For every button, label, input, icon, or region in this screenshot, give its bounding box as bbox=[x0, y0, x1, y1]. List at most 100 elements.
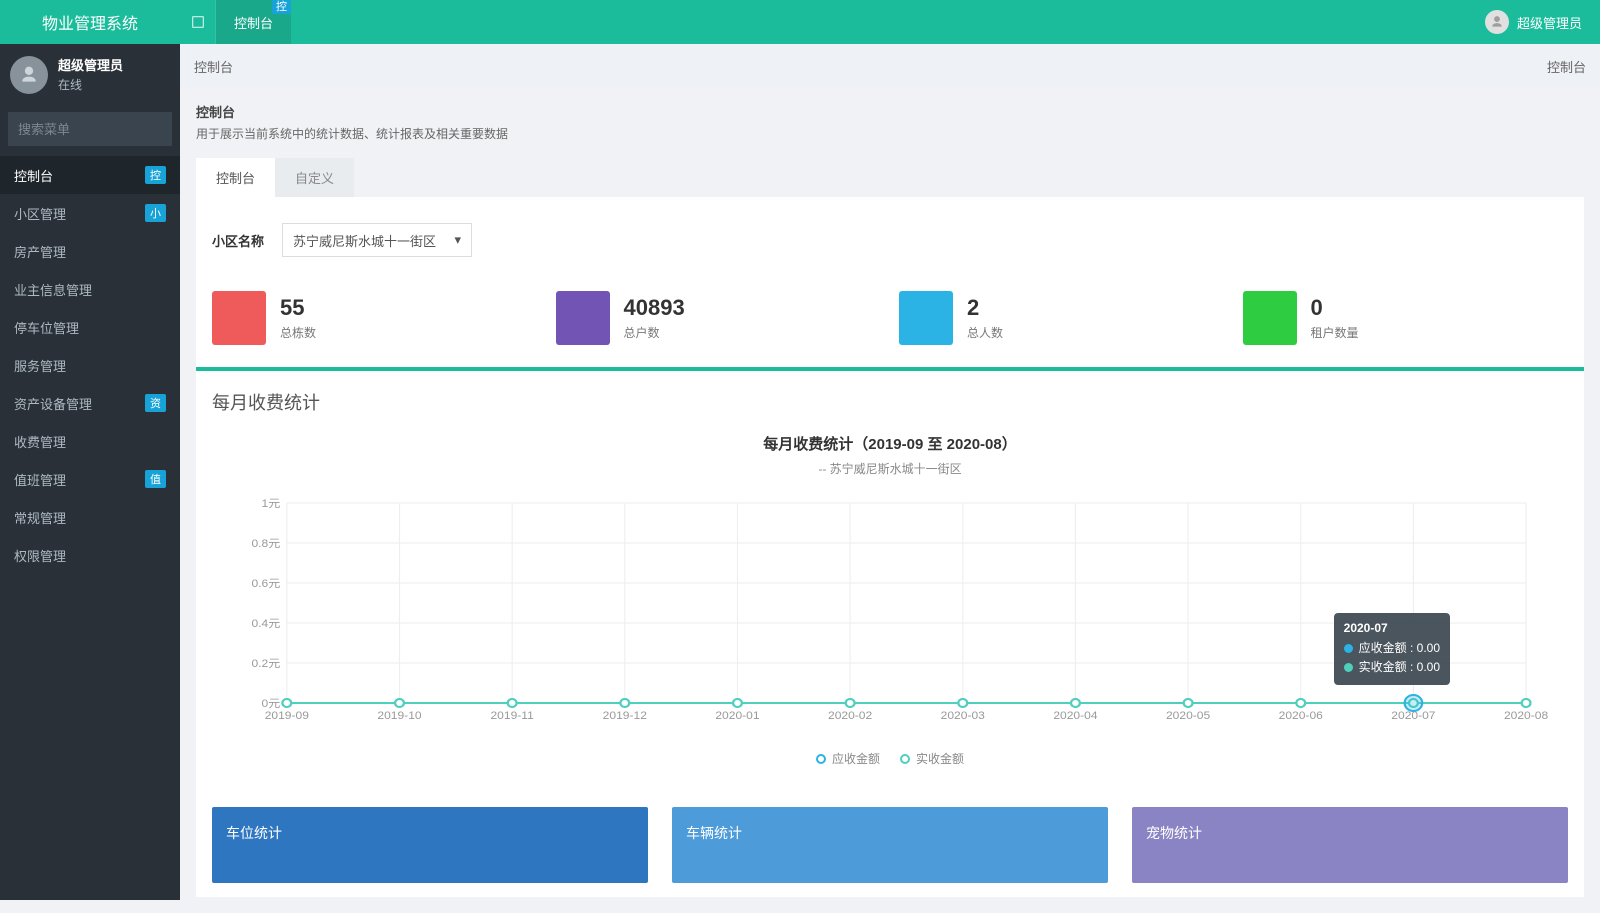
hamburger-icon[interactable] bbox=[180, 0, 216, 44]
community-select[interactable]: 苏宁威尼斯水城十一街区 ▾ bbox=[282, 223, 472, 257]
sidebar-item-badge: 资 bbox=[145, 394, 166, 412]
inner-tab-1[interactable]: 自定义 bbox=[275, 158, 354, 197]
panel-desc: 用于展示当前系统中的统计数据、统计报表及相关重要数据 bbox=[196, 125, 1584, 142]
bottom-card-1[interactable]: 车辆统计 bbox=[672, 807, 1108, 883]
chevron-down-icon: ▾ bbox=[454, 232, 461, 248]
app-title: 物业管理系统 bbox=[0, 10, 180, 34]
filter-row: 小区名称 苏宁威尼斯水城十一街区 ▾ bbox=[212, 211, 1568, 273]
sidebar-item-label: 房产管理 bbox=[14, 242, 66, 261]
stat-color-box bbox=[212, 291, 266, 345]
sidebar-item-label: 停车位管理 bbox=[14, 318, 79, 337]
chart-subtitle: -- 苏宁威尼斯水城十一街区 bbox=[232, 460, 1548, 477]
chart-legend: 应收金额 实收金额 bbox=[232, 750, 1548, 767]
stat-card-0: 55 总栋数 bbox=[212, 291, 538, 345]
panel-title: 控制台 bbox=[196, 102, 1584, 121]
breadcrumb: 控制台 控制台 bbox=[180, 44, 1600, 88]
sidebar-item-label: 服务管理 bbox=[14, 356, 66, 375]
stat-card-3: 0 租户数量 bbox=[1243, 291, 1569, 345]
sidebar-item-label: 小区管理 bbox=[14, 204, 66, 223]
stat-value: 2 bbox=[967, 295, 1003, 321]
filter-label: 小区名称 bbox=[212, 231, 264, 250]
svg-text:0.2元: 0.2元 bbox=[251, 658, 280, 669]
svg-text:2020-07: 2020-07 bbox=[1391, 710, 1435, 721]
sidebar-item-2[interactable]: 房产管理 bbox=[0, 232, 180, 270]
legend-marker-icon bbox=[900, 754, 910, 764]
topbar-tab[interactable]: 控制台 控 bbox=[216, 0, 291, 44]
inner-tab-0[interactable]: 控制台 bbox=[196, 158, 275, 197]
search-input[interactable] bbox=[8, 112, 172, 146]
bottom-card-2[interactable]: 宠物统计 bbox=[1132, 807, 1568, 883]
stat-color-box bbox=[556, 291, 610, 345]
svg-text:0.6元: 0.6元 bbox=[251, 578, 280, 589]
sidebar-item-10[interactable]: 权限管理 bbox=[0, 536, 180, 574]
tooltip-row: 实收金额 : 0.00 bbox=[1344, 658, 1440, 677]
stat-card-1: 40893 总户数 bbox=[556, 291, 882, 345]
legend-item[interactable]: 实收金额 bbox=[900, 750, 964, 767]
svg-text:2019-09: 2019-09 bbox=[265, 710, 309, 721]
panel-header: 控制台 用于展示当前系统中的统计数据、统计报表及相关重要数据 bbox=[196, 88, 1584, 158]
sidebar-item-8[interactable]: 值班管理值 bbox=[0, 460, 180, 498]
sidebar-avatar-icon bbox=[10, 56, 48, 94]
sidebar-item-badge: 控 bbox=[145, 166, 166, 184]
sidebar-item-0[interactable]: 控制台 控 bbox=[0, 156, 180, 194]
sidebar-item-label: 控制台 bbox=[14, 166, 53, 185]
tooltip-row: 应收金额 : 0.00 bbox=[1344, 639, 1440, 658]
stat-value: 40893 bbox=[624, 295, 685, 321]
svg-text:2019-10: 2019-10 bbox=[377, 710, 421, 721]
sidebar-search bbox=[8, 112, 172, 146]
svg-text:0元: 0元 bbox=[261, 698, 280, 709]
svg-text:2020-04: 2020-04 bbox=[1053, 710, 1098, 721]
sidebar-item-5[interactable]: 服务管理 bbox=[0, 346, 180, 384]
stat-value: 0 bbox=[1311, 295, 1359, 321]
sidebar-username: 超级管理员 bbox=[58, 57, 123, 75]
chart-title: 每月收费统计（2019-09 至 2020-08） bbox=[232, 433, 1548, 454]
svg-text:2020-06: 2020-06 bbox=[1279, 710, 1323, 721]
main: 控制台 控制台 控制台 用于展示当前系统中的统计数据、统计报表及相关重要数据 控… bbox=[180, 44, 1600, 913]
breadcrumb-right: 控制台 bbox=[1547, 57, 1586, 76]
sidebar-item-label: 收费管理 bbox=[14, 432, 66, 451]
inner-tabs: 控制台自定义 bbox=[196, 158, 1584, 197]
chart-tooltip: 2020-07 应收金额 : 0.00实收金额 : 0.00 bbox=[1334, 613, 1450, 685]
stat-label: 总栋数 bbox=[280, 324, 316, 341]
chart-section-title: 每月收费统计 bbox=[212, 379, 1568, 423]
svg-text:2019-12: 2019-12 bbox=[603, 710, 647, 721]
svg-text:0.4元: 0.4元 bbox=[251, 618, 280, 629]
stat-color-box bbox=[1243, 291, 1297, 345]
legend-item[interactable]: 应收金额 bbox=[816, 750, 880, 767]
tooltip-title: 2020-07 bbox=[1344, 621, 1440, 635]
sidebar-item-1[interactable]: 小区管理 小 bbox=[0, 194, 180, 232]
bottom-cards: 车位统计车辆统计宠物统计 bbox=[212, 797, 1568, 883]
svg-text:2020-08: 2020-08 bbox=[1504, 710, 1548, 721]
svg-text:2020-02: 2020-02 bbox=[828, 710, 872, 721]
user-avatar-icon bbox=[1485, 10, 1509, 34]
stat-color-box bbox=[899, 291, 953, 345]
stats-row: 55 总栋数 40893 总户数 2 总人数 0 租户数量 bbox=[212, 273, 1568, 367]
topbar: 物业管理系统 控制台 控 超级管理员 bbox=[0, 0, 1600, 44]
svg-text:2020-03: 2020-03 bbox=[941, 710, 985, 721]
sidebar-item-label: 资产设备管理 bbox=[14, 394, 92, 413]
sidebar-item-3[interactable]: 业主信息管理 bbox=[0, 270, 180, 308]
stat-label: 总人数 bbox=[967, 324, 1003, 341]
breadcrumb-left: 控制台 bbox=[194, 57, 233, 76]
svg-text:2019-11: 2019-11 bbox=[490, 710, 533, 721]
sidebar-item-9[interactable]: 常规管理 bbox=[0, 498, 180, 536]
stat-label: 租户数量 bbox=[1311, 324, 1359, 341]
topbar-user[interactable]: 超级管理员 bbox=[1485, 10, 1582, 34]
topbar-username: 超级管理员 bbox=[1517, 13, 1582, 32]
sidebar-user-status: 在线 bbox=[58, 76, 123, 93]
select-value: 苏宁威尼斯水城十一街区 bbox=[293, 231, 436, 250]
sidebar-item-7[interactable]: 收费管理 bbox=[0, 422, 180, 460]
topbar-tab-label: 控制台 bbox=[234, 13, 273, 32]
chart: 每月收费统计（2019-09 至 2020-08） -- 苏宁威尼斯水城十一街区… bbox=[212, 423, 1568, 797]
sidebar-item-label: 权限管理 bbox=[14, 546, 66, 565]
stat-label: 总户数 bbox=[624, 324, 685, 341]
stat-card-2: 2 总人数 bbox=[899, 291, 1225, 345]
sidebar-item-badge: 小 bbox=[145, 204, 166, 222]
sidebar-item-4[interactable]: 停车位管理 bbox=[0, 308, 180, 346]
bottom-card-0[interactable]: 车位统计 bbox=[212, 807, 648, 883]
sidebar-item-label: 业主信息管理 bbox=[14, 280, 92, 299]
sidebar-user: 超级管理员 在线 bbox=[0, 44, 180, 106]
sidebar-item-label: 常规管理 bbox=[14, 508, 66, 527]
svg-text:0.8元: 0.8元 bbox=[251, 538, 280, 549]
sidebar-item-6[interactable]: 资产设备管理 资 bbox=[0, 384, 180, 422]
